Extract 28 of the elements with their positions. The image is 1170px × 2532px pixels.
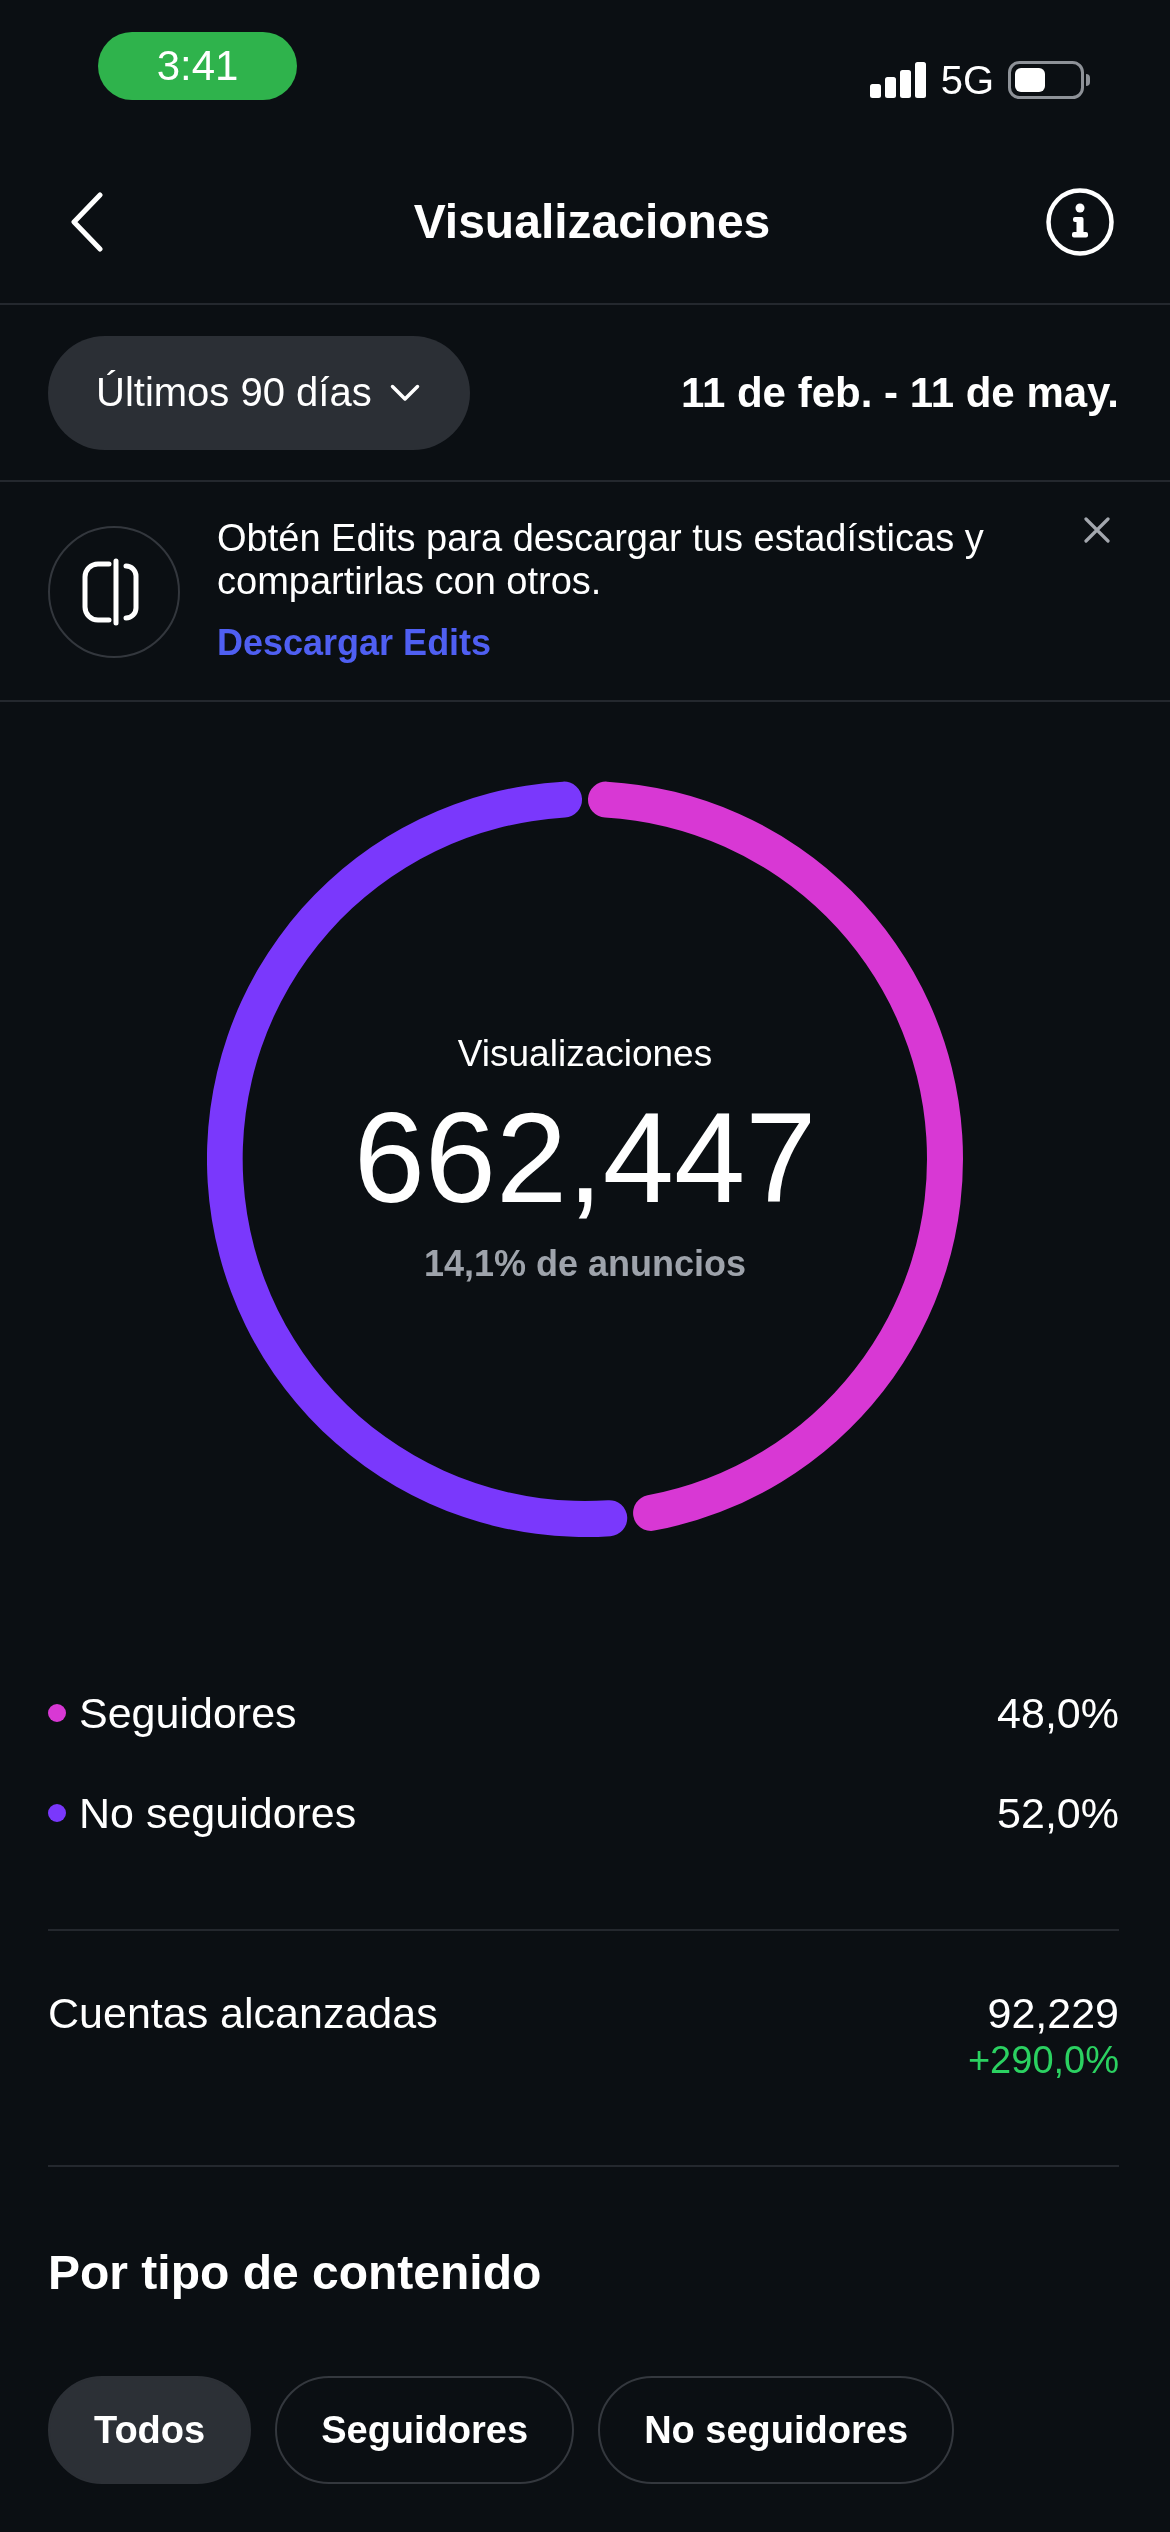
legend-value: 48,0% [997, 1688, 1119, 1738]
signal-icon [869, 62, 927, 98]
legend-label: Seguidores [79, 1688, 297, 1738]
section-title: Por tipo de contenido [48, 2245, 542, 2301]
reach-value: 92,229 [987, 1988, 1119, 2038]
app-logo-icon [48, 526, 180, 658]
reach-change: +290,0% [967, 2038, 1119, 2082]
close-icon[interactable] [1084, 517, 1110, 543]
network-label: 5G [940, 58, 994, 102]
filter-chip[interactable]: No seguidores [598, 2376, 955, 2484]
views-label: Visualizaciones [457, 1032, 713, 1076]
page-title: Visualizaciones [413, 193, 771, 250]
info-icon[interactable] [1046, 187, 1114, 256]
legend-value: 52,0% [997, 1788, 1119, 1838]
battery-icon [1008, 61, 1090, 99]
call-time-pill: 3:41 [98, 32, 297, 100]
date-range: 11 de feb. - 11 de may. [680, 367, 1119, 418]
reach-label: Cuentas alcanzadas [48, 1988, 438, 2038]
download-link[interactable]: Descargar Edits [217, 622, 492, 664]
chevron-down-icon [389, 383, 420, 402]
period-dropdown[interactable]: Últimos 90 días [48, 335, 470, 450]
filter-chip[interactable]: Todos [48, 2376, 252, 2484]
back-icon[interactable] [70, 191, 104, 252]
legend-label: No seguidores [79, 1788, 357, 1838]
banner-message: Obtén Edits para descargar tus estadísticas y compartirlas con otros. [217, 517, 985, 603]
ads-share: 14,1% de anuncios [423, 1242, 747, 1286]
views-count: 662,447 [353, 1093, 817, 1223]
filter-chip[interactable]: Seguidores [275, 2376, 575, 2484]
